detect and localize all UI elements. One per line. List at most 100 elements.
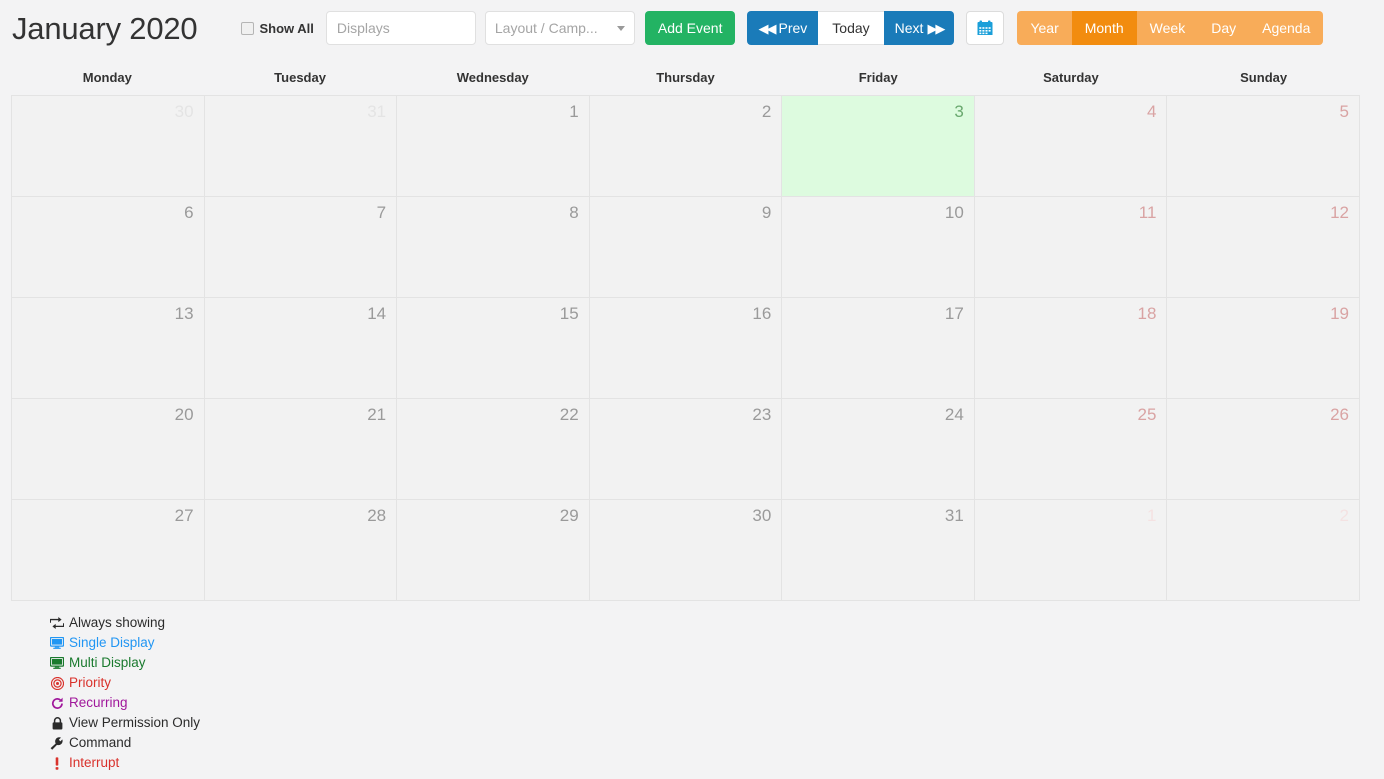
- weekday-header-sunday: Sunday: [1240, 70, 1288, 85]
- calendar-cell[interactable]: 7: [204, 197, 398, 298]
- calendar-cell[interactable]: 14: [204, 298, 398, 399]
- view-switcher: Year Month Week Day Agenda: [1017, 11, 1324, 45]
- calendar-cell[interactable]: 25: [974, 399, 1168, 500]
- layout-campaign-select-value: Layout / Camp...: [494, 20, 598, 36]
- calendar-cell[interactable]: 23: [589, 399, 783, 500]
- refresh-icon: [50, 697, 64, 710]
- calendar-cell[interactable]: 26: [1167, 399, 1360, 500]
- day-number: 29: [559, 506, 579, 525]
- day-number: 14: [367, 304, 387, 323]
- legend-item-label: Multi Display: [69, 655, 146, 670]
- calendar-cell[interactable]: 31: [204, 96, 398, 197]
- calendar-cell[interactable]: 18: [974, 298, 1168, 399]
- legend-item: Always showing: [50, 613, 1384, 633]
- next-button-label: Next: [894, 20, 924, 36]
- calendar-cell[interactable]: 13: [12, 298, 205, 399]
- day-number: 2: [761, 102, 772, 121]
- calendar-cell[interactable]: 9: [589, 197, 783, 298]
- legend-item: View Permission Only: [50, 713, 1384, 733]
- legend-item: Command: [50, 733, 1384, 753]
- legend-item: Recurring: [50, 693, 1384, 713]
- calendar-cell[interactable]: 22: [397, 399, 590, 500]
- legend-item: Multi Display: [50, 653, 1384, 673]
- day-number: 16: [752, 304, 772, 323]
- legend-item: Priority: [50, 673, 1384, 693]
- day-number: 7: [376, 203, 387, 222]
- day-number: 9: [761, 203, 772, 222]
- next-button[interactable]: Next ▶▶: [883, 11, 955, 45]
- day-number: 15: [559, 304, 579, 323]
- prev-button[interactable]: ◀◀ Prev: [747, 11, 819, 45]
- day-number: 18: [1137, 304, 1157, 323]
- calendar-cell[interactable]: 8: [397, 197, 590, 298]
- calendar-cell[interactable]: 5: [1167, 96, 1360, 197]
- bullseye-icon: [50, 676, 64, 690]
- calendar-cell[interactable]: 27: [12, 500, 205, 601]
- view-button-week[interactable]: Week: [1136, 11, 1199, 45]
- calendar-cell[interactable]: 12: [1167, 197, 1360, 298]
- calendar-cell[interactable]: 4: [974, 96, 1168, 197]
- calendar-icon: [977, 20, 993, 35]
- day-number: 3: [954, 102, 964, 121]
- weekday-header-friday: Friday: [858, 70, 898, 85]
- show-all-control[interactable]: Show All: [241, 20, 314, 36]
- legend-item-label: Priority: [69, 675, 112, 690]
- today-button[interactable]: Today: [818, 11, 884, 45]
- prev-button-label: Prev: [778, 20, 808, 36]
- wrench-icon: [50, 736, 64, 750]
- day-number: 6: [184, 203, 194, 222]
- double-chevron-right-icon: ▶▶: [927, 20, 945, 36]
- toolbar: January 2020 Show All Layout / Camp... A…: [0, 0, 1384, 56]
- weekday-header-wednesday: Wednesday: [456, 70, 529, 85]
- day-number: 5: [1339, 102, 1349, 121]
- view-button-month[interactable]: Month: [1071, 11, 1137, 45]
- calendar-cell[interactable]: 6: [12, 197, 205, 298]
- weekday-header-tuesday: Tuesday: [274, 70, 326, 85]
- calendar-cell[interactable]: 2: [589, 96, 783, 197]
- show-all-label: Show All: [259, 20, 314, 36]
- view-button-day[interactable]: Day: [1198, 11, 1250, 45]
- navigation-button-group: ◀◀ Prev Today Next ▶▶: [747, 11, 955, 45]
- displays-input[interactable]: [325, 11, 476, 45]
- calendar-cell[interactable]: 19: [1167, 298, 1360, 399]
- calendar-cell[interactable]: 24: [782, 399, 975, 500]
- add-event-button[interactable]: Add Event: [644, 11, 736, 45]
- day-number: 25: [1137, 405, 1157, 424]
- calendar-cell[interactable]: 11: [974, 197, 1168, 298]
- layout-campaign-select[interactable]: Layout / Camp...: [484, 11, 635, 45]
- calendar-cell[interactable]: 29: [397, 500, 590, 601]
- chevron-down-icon: [616, 25, 625, 31]
- view-button-year[interactable]: Year: [1017, 11, 1072, 45]
- view-button-agenda[interactable]: Agenda: [1249, 11, 1324, 45]
- calendar-grid: 30 31 1 2 3 4 5 6 7 8 9 10 11 12 13 14 15 16 17 18 19 20 21 22 2…: [11, 95, 1360, 601]
- calendar-cell[interactable]: 17: [782, 298, 975, 399]
- calendar-cell[interactable]: 28: [204, 500, 398, 601]
- legend-item-label: View Permission Only: [69, 715, 201, 730]
- calendar-picker-button[interactable]: [966, 11, 1005, 45]
- calendar-cell[interactable]: 31: [782, 500, 975, 601]
- legend-item-label: Interrupt: [69, 755, 120, 770]
- show-all-checkbox[interactable]: [241, 21, 255, 35]
- calendar-cell[interactable]: 16: [589, 298, 783, 399]
- day-number: 22: [559, 405, 579, 424]
- calendar-cell-today[interactable]: 3: [782, 96, 975, 197]
- legend-item-label: Single Display: [69, 635, 155, 650]
- day-number: 4: [1146, 102, 1157, 121]
- calendar-cell[interactable]: 10: [782, 197, 975, 298]
- day-number: 10: [944, 203, 964, 222]
- double-chevron-left-icon: ◀◀: [758, 20, 776, 36]
- calendar-cell[interactable]: 21: [204, 399, 398, 500]
- day-number: 2: [1339, 506, 1349, 525]
- calendar-cell[interactable]: 1: [397, 96, 590, 197]
- calendar-cell[interactable]: 1: [974, 500, 1168, 601]
- calendar-cell[interactable]: 15: [397, 298, 590, 399]
- calendar-cell[interactable]: 2: [1167, 500, 1360, 601]
- day-number: 23: [752, 405, 772, 424]
- day-number: 28: [367, 506, 387, 525]
- legend-item-label: Recurring: [69, 695, 128, 710]
- calendar-cell[interactable]: 30: [589, 500, 783, 601]
- calendar-cell[interactable]: 30: [12, 96, 205, 197]
- day-number: 1: [1146, 506, 1157, 525]
- calendar-cell[interactable]: 20: [12, 399, 205, 500]
- page-title: January 2020: [12, 10, 198, 46]
